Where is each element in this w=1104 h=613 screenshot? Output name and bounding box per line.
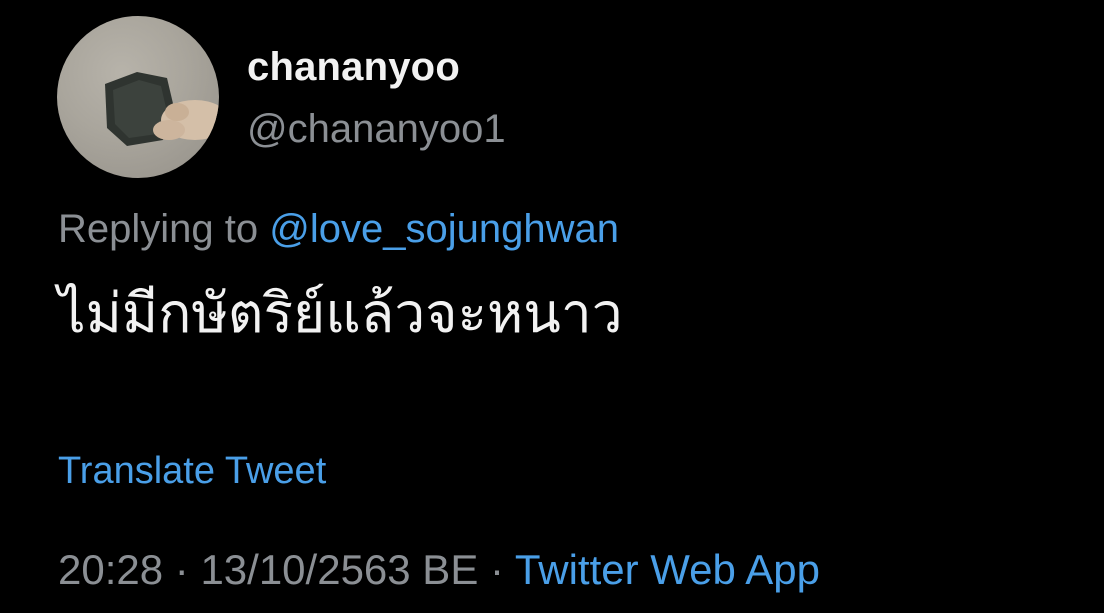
display-name[interactable]: chananyoo	[247, 45, 460, 90]
replying-to: Replying to @love_sojunghwan	[58, 207, 619, 252]
translate-tweet-link[interactable]: Translate Tweet	[58, 450, 326, 493]
user-handle[interactable]: @chananyoo1	[247, 107, 506, 152]
tweet-date[interactable]: 13/10/2563 BE	[200, 546, 478, 593]
reply-mention-link[interactable]: @love_sojunghwan	[269, 207, 619, 251]
replying-to-label: Replying to	[58, 207, 259, 251]
avatar[interactable]	[57, 16, 219, 178]
tweet-time[interactable]: 20:28	[58, 546, 163, 593]
tweet-text: ไม่มีกษัตริย์แล้วจะหนาว	[58, 281, 623, 345]
meta-separator: ·	[163, 546, 201, 593]
tweet-metadata: 20:28 · 13/10/2563 BE · Twitter Web App	[58, 546, 820, 594]
avatar-photo	[105, 72, 219, 146]
meta-separator: ·	[478, 546, 515, 593]
tweet-source-link[interactable]: Twitter Web App	[515, 546, 820, 593]
